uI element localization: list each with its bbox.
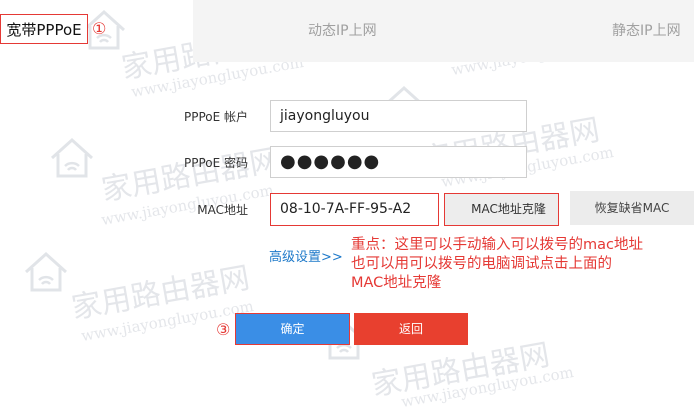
mac-address-input[interactable]: 08-10-7A-FF-95-A2 (270, 193, 439, 226)
tab-static-ip[interactable]: 静态IP上网 (612, 0, 681, 62)
password-label: PPPoE 密码 (183, 156, 248, 170)
confirm-button[interactable]: 确定 (235, 313, 350, 345)
watermark-en: www.jiayongluyou.com (399, 362, 575, 411)
mac-clone-label: MAC地址克隆 (471, 202, 546, 216)
watermark-cn: 家用路由器网 (68, 260, 253, 327)
advanced-settings-link[interactable]: 高级设置>> (269, 246, 343, 265)
annotation-one: ① (92, 19, 107, 38)
mac-clone-button[interactable]: MAC地址克隆 (444, 193, 559, 226)
connection-type-tabs: 宽带PPPoE ① 动态IP上网 静态IP上网 (0, 0, 694, 62)
back-button[interactable]: 返回 (354, 313, 468, 345)
house-wifi-icon (24, 251, 68, 292)
note-line-1: 重点：这里可以手动输入可以拨号的mac地址 (351, 237, 643, 253)
annotation-three: ③ (216, 320, 231, 339)
restore-default-mac-button[interactable]: 恢复缺省MAC (570, 191, 694, 225)
tab-dynamic-ip[interactable]: 动态IP上网 (308, 0, 377, 62)
note-line-2: 也可以用可以拨号的电脑调试点击上面的 (351, 256, 612, 272)
mac-label: MAC地址 (197, 203, 248, 217)
account-label: PPPoE 帐户 (183, 110, 248, 124)
house-wifi-icon (50, 137, 94, 178)
account-input[interactable]: jiayongluyou (270, 100, 527, 132)
note-line-3: MAC地址克隆 (351, 275, 442, 291)
watermark-cn: 家用路由器网 (98, 142, 283, 209)
password-input[interactable]: ●●●●●● (270, 146, 527, 178)
note-text: 重点：这里可以手动输入可以拨号的mac地址 也可以用可以拨号的电脑调试点击上面的… (351, 236, 691, 293)
tab-pppoe[interactable]: 宽带PPPoE (0, 14, 88, 44)
